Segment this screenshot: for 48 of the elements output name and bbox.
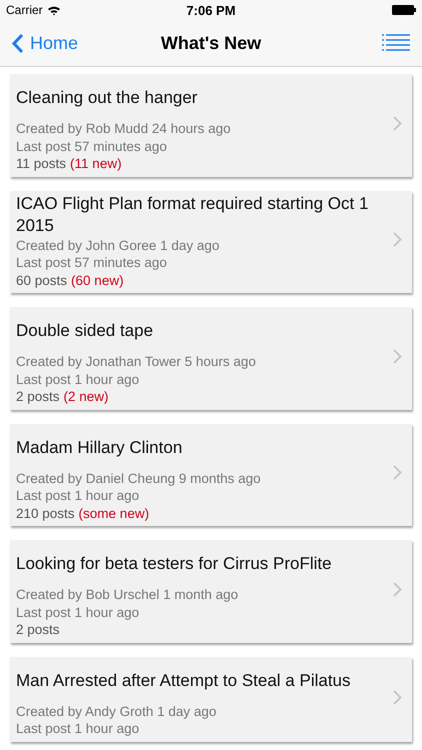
last-post-text: Last post 57 minutes ago	[16, 254, 168, 272]
topic-card[interactable]: Cleaning out the hanger Created by Rob Mudd 24 hours ago Last post 57 minutes ago 11 posts (11 new)	[10, 74, 412, 176]
clock-time: 7:06 PM	[186, 2, 236, 18]
battery-icon	[392, 5, 416, 15]
chevron-icon	[393, 465, 402, 480]
new-count: (2 new)	[64, 388, 109, 406]
back-button[interactable]: Home	[12, 32, 78, 54]
post-count: 2 posts	[16, 388, 60, 406]
topic-title: Man Arrested after Attempt to Steal a Pilatus	[16, 670, 351, 692]
creator-text: Created by Rob Mudd 24 hours ago	[16, 120, 232, 138]
chevron-icon	[393, 348, 402, 364]
topic-title: ICAO Flight Plan format required starting Oct 1 2015	[16, 192, 370, 236]
creator-text: Created by Jonathan Tower 5 hours ago	[16, 353, 257, 370]
creator-text: Created by Daniel Cheung 9 months ago	[16, 470, 262, 487]
chevron-icon	[393, 582, 402, 597]
creator-text: Created by Andy Groth 1 day ago	[16, 702, 218, 720]
creator-text: Created by Bob Urschel 1 month ago	[16, 586, 240, 604]
post-count: 210 posts	[16, 504, 75, 522]
new-count: (some new)	[78, 504, 150, 522]
wifi-icon	[46, 4, 61, 16]
chevron-icon	[393, 690, 402, 704]
list-menu-button[interactable]	[382, 34, 410, 52]
topic-title: Looking for beta testers for Cirrus ProFlite	[16, 553, 332, 575]
topic-card[interactable]: Man Arrested after Attempt to Steal a Pilatus Created by Andy Groth 1 day ago Last post 1 hour ago	[10, 656, 412, 742]
topic-title: Cleaning out the hanger	[16, 87, 198, 109]
last-post-text: Last post 1 hour ago	[16, 720, 140, 738]
topic-card[interactable]: Looking for beta testers for Cirrus ProFlite Created by Bob Urschel 1 month ago Last post 1 hour ago 2 posts	[10, 540, 412, 642]
last-post-text: Last post 57 minutes ago	[16, 138, 168, 155]
chevron-icon	[393, 116, 402, 131]
topic-title: Madam Hillary Clinton	[16, 436, 182, 458]
carrier-label: Carrier	[6, 3, 43, 17]
list-icon	[382, 34, 410, 52]
post-count: 2 posts	[16, 621, 60, 638]
chevron-icon	[393, 232, 402, 248]
creator-text: Created by John Goree 1 day ago	[16, 236, 220, 254]
last-post-text: Last post 1 hour ago	[16, 487, 140, 504]
screen-title: What's New	[160, 32, 262, 54]
topic-title: Double sided tape	[16, 320, 154, 342]
topic-card[interactable]: Madam Hillary Clinton Created by Daniel Cheung 9 months ago Last post 1 hour ago 210 posts (some new)	[10, 424, 412, 526]
new-count: (11 new)	[70, 155, 122, 172]
new-count: (60 new)	[71, 272, 124, 289]
last-post-text: Last post 1 hour ago	[16, 370, 140, 388]
back-chevron-icon	[12, 32, 24, 54]
post-count: 11 posts	[16, 155, 66, 172]
last-post-text: Last post 1 hour ago	[16, 604, 140, 621]
topic-card[interactable]: ICAO Flight Plan format required starting Oct 1 2015 Created by John Goree 1 day ago Last post 57 minutes ago 60 posts (60 new)	[10, 190, 412, 293]
topic-card[interactable]: Double sided tape Created by Jonathan Tower 5 hours ago Last post 1 hour ago 2 posts (2 new)	[10, 307, 412, 410]
post-count: 60 posts	[16, 272, 68, 289]
